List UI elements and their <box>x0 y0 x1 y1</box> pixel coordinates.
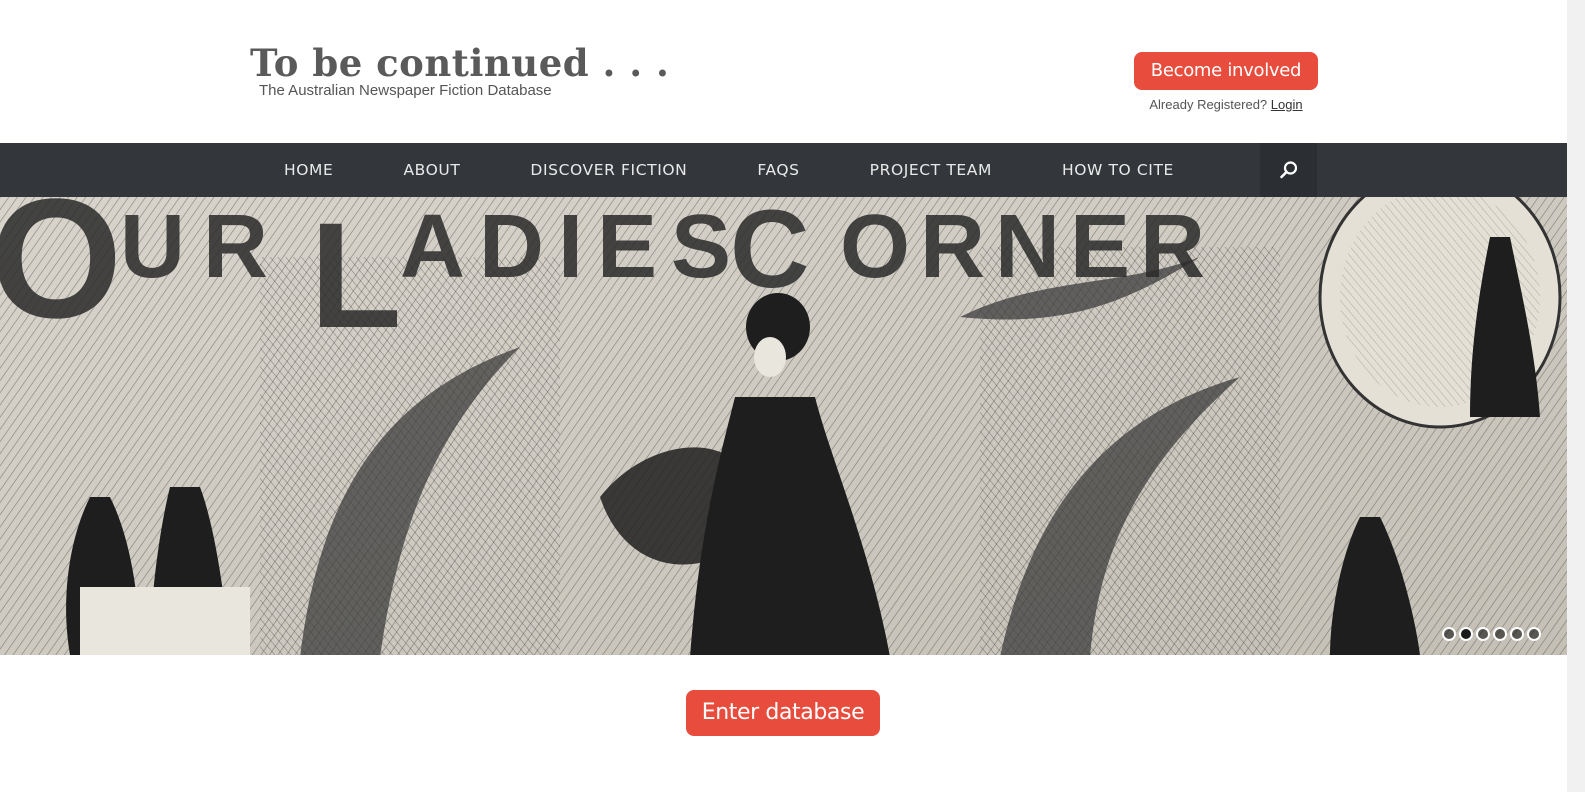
banner-illustration: O UR L ADIES C ORNER <box>0 197 1567 655</box>
nav-item-how-to-cite[interactable]: HOW TO CITE <box>1027 143 1209 197</box>
logo-title: To be continued . . . <box>250 41 670 85</box>
nav-item-faqs[interactable]: FAQS <box>722 143 834 197</box>
banner-art-letter-c: C <box>730 197 809 311</box>
banner-art-word-adies: ADIES <box>400 197 745 297</box>
already-registered: Already Registered? Login <box>1134 97 1318 112</box>
nav-item-about[interactable]: ABOUT <box>368 143 495 197</box>
banner-art-letter-o: O <box>0 197 122 354</box>
banner-art-word-ur: UR <box>120 197 286 297</box>
carousel-dot[interactable] <box>1510 627 1524 641</box>
site-logo[interactable]: To be continued . . . The Australian New… <box>250 40 669 99</box>
main-nav: HOME ABOUT DISCOVER FICTION FAQS PROJECT… <box>0 143 1567 197</box>
banner-art-word-orner: ORNER <box>840 197 1215 297</box>
search-button[interactable] <box>1260 143 1317 197</box>
carousel-dot[interactable] <box>1476 627 1490 641</box>
login-link[interactable]: Login <box>1271 97 1303 112</box>
carousel-dot-active[interactable] <box>1459 627 1473 641</box>
carousel-dot[interactable] <box>1527 627 1541 641</box>
nav-item-discover-fiction[interactable]: DISCOVER FICTION <box>495 143 722 197</box>
nav-item-project-team[interactable]: PROJECT TEAM <box>835 143 1027 197</box>
carousel-dots <box>1442 627 1541 641</box>
hero-carousel[interactable]: O UR L ADIES C ORNER <box>0 197 1567 655</box>
carousel-dot[interactable] <box>1442 627 1456 641</box>
banner-art-letter-l: L <box>310 197 402 359</box>
carousel-dot[interactable] <box>1493 627 1507 641</box>
search-icon <box>1280 161 1298 179</box>
page-scrollbar[interactable] <box>1567 0 1585 792</box>
nav-item-home[interactable]: HOME <box>249 143 368 197</box>
site-header: To be continued . . . The Australian New… <box>0 0 1585 143</box>
already-registered-text: Already Registered? <box>1149 97 1268 112</box>
become-involved-button[interactable]: Become involved <box>1134 52 1318 90</box>
nav-items: HOME ABOUT DISCOVER FICTION FAQS PROJECT… <box>249 143 1209 197</box>
enter-database-button[interactable]: Enter database <box>686 690 880 736</box>
